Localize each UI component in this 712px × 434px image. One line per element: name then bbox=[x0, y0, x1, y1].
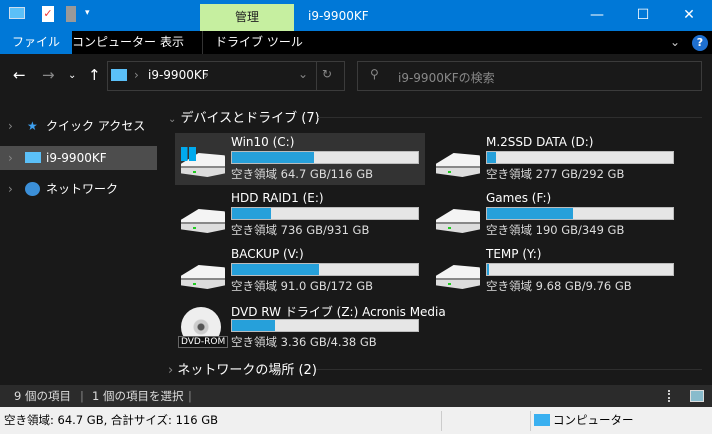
chevron-right-icon: › bbox=[204, 68, 209, 82]
divider bbox=[316, 62, 317, 90]
network-icon bbox=[25, 182, 40, 196]
customize-toolbar-icon[interactable]: ▾ bbox=[85, 8, 90, 18]
details-view-button[interactable] bbox=[668, 390, 680, 402]
drive-usage-fill bbox=[487, 152, 497, 163]
sidebar-item-label: i9-9900KF bbox=[46, 151, 107, 165]
drive-usage-fill bbox=[232, 208, 272, 219]
maximize-button[interactable]: ☐ bbox=[620, 0, 666, 31]
drive-tile[interactable]: Win10 (C:) 空き領域 64.7 GB/116 GB bbox=[175, 133, 425, 185]
drive-usage-bar bbox=[231, 319, 419, 332]
drive-tile[interactable]: BACKUP (V:) 空き領域 91.0 GB/172 GB bbox=[175, 245, 425, 297]
computer-icon bbox=[25, 152, 41, 163]
back-button[interactable]: ← bbox=[13, 66, 26, 84]
chevron-right-icon: › bbox=[134, 68, 139, 82]
drive-free-space: 空き領域 91.0 GB/172 GB bbox=[231, 279, 373, 293]
computer-icon[interactable] bbox=[9, 7, 25, 19]
selection-count: 1 個の項目を選択 bbox=[92, 389, 184, 403]
hard-drive-icon bbox=[181, 209, 225, 233]
address-dropdown-icon[interactable]: ⌄ bbox=[298, 67, 308, 81]
search-input[interactable]: ⚲ i9-9900KFの検索 bbox=[357, 61, 702, 91]
drive-name: HDD RAID1 (E:) bbox=[231, 191, 324, 205]
tab-view[interactable]: 表示 bbox=[148, 31, 196, 54]
window-title: i9-9900KF bbox=[308, 9, 369, 23]
drive-tile[interactable]: HDD RAID1 (E:) 空き領域 736 GB/931 GB bbox=[175, 189, 425, 241]
drive-free-space: 空き領域 736 GB/931 GB bbox=[231, 223, 370, 237]
refresh-icon[interactable]: ↻ bbox=[322, 67, 332, 81]
drive-usage-bar bbox=[486, 207, 674, 220]
network-group-header[interactable]: › ネットワークの場所 (2) bbox=[168, 359, 317, 378]
divider bbox=[318, 117, 702, 118]
up-button[interactable]: ↑ bbox=[88, 66, 101, 84]
drive-tile[interactable]: DVD-ROM DVD RW ドライブ (Z:) Acronis Media 空き… bbox=[175, 301, 446, 353]
computer-icon bbox=[111, 69, 127, 81]
minimize-button[interactable]: — bbox=[574, 0, 620, 31]
expand-ribbon-icon[interactable]: ⌄ bbox=[670, 35, 680, 49]
drive-usage-bar bbox=[486, 263, 674, 276]
drive-free-space: 空き領域 3.36 GB/4.38 GB bbox=[231, 335, 377, 349]
hard-drive-icon bbox=[436, 209, 480, 233]
hard-drive-icon bbox=[181, 265, 225, 289]
search-icon: ⚲ bbox=[370, 67, 379, 81]
drive-usage-fill bbox=[487, 208, 573, 219]
details-bar: 空き領域: 64.7 GB, 合計サイズ: 116 GB コンピューター bbox=[0, 407, 712, 434]
close-button[interactable]: ✕ bbox=[666, 0, 712, 31]
new-folder-icon[interactable] bbox=[66, 6, 76, 22]
properties-icon[interactable]: ✓ bbox=[42, 6, 54, 22]
drive-free-space: 空き領域 190 GB/349 GB bbox=[486, 223, 625, 237]
address-text: i9-9900KF bbox=[148, 68, 209, 82]
forward-button[interactable]: → bbox=[42, 66, 55, 84]
drive-usage-fill bbox=[232, 320, 275, 331]
drive-tile[interactable]: Games (F:) 空き領域 190 GB/349 GB bbox=[430, 189, 680, 241]
drive-name: DVD RW ドライブ (Z:) Acronis Media bbox=[231, 305, 446, 319]
drive-name: M.2SSD DATA (D:) bbox=[486, 135, 594, 149]
help-button[interactable]: ? bbox=[692, 35, 708, 51]
drive-usage-bar bbox=[486, 151, 674, 164]
sidebar-item-label: ネットワーク bbox=[46, 182, 119, 196]
windows-logo-icon bbox=[181, 147, 196, 161]
drive-usage-bar bbox=[231, 263, 419, 276]
sidebar-item-network[interactable]: › ネットワーク bbox=[0, 177, 157, 201]
sidebar-item-quick-access[interactable]: › ★ クイック アクセス bbox=[0, 114, 157, 138]
tab-drive-tools[interactable]: ドライブ ツール bbox=[202, 31, 315, 54]
navigation-pane bbox=[0, 100, 160, 385]
search-placeholder: i9-9900KFの検索 bbox=[398, 71, 495, 85]
drive-usage-fill bbox=[232, 152, 314, 163]
sidebar-item-this-pc[interactable]: › i9-9900KF bbox=[0, 146, 157, 170]
address-bar[interactable]: › i9-9900KF › ⌄ ↻ bbox=[107, 61, 345, 91]
drive-tile[interactable]: TEMP (Y:) 空き領域 9.68 GB/9.76 GB bbox=[430, 245, 680, 297]
drive-free-space: 空き領域 64.7 GB/116 GB bbox=[231, 167, 373, 181]
star-icon: ★ bbox=[27, 119, 38, 133]
drive-free-space: 空き領域 277 GB/292 GB bbox=[486, 167, 625, 181]
item-count: 9 個の項目 bbox=[14, 389, 71, 403]
drive-name: BACKUP (V:) bbox=[231, 247, 304, 261]
hard-drive-icon bbox=[436, 153, 480, 177]
recent-locations-icon[interactable]: ⌄ bbox=[68, 70, 76, 81]
drive-tile[interactable]: M.2SSD DATA (D:) 空き領域 277 GB/292 GB bbox=[430, 133, 680, 185]
large-icons-view-button[interactable] bbox=[690, 390, 704, 402]
dvd-label: DVD-ROM bbox=[178, 336, 229, 348]
details-text: 空き領域: 64.7 GB, 合計サイズ: 116 GB bbox=[4, 413, 218, 427]
chevron-right-icon: › bbox=[168, 363, 174, 378]
drive-usage-fill bbox=[232, 264, 320, 275]
hard-drive-icon bbox=[436, 265, 480, 289]
sidebar-item-label: クイック アクセス bbox=[46, 119, 146, 133]
drive-name: Win10 (C:) bbox=[231, 135, 295, 149]
divider bbox=[316, 369, 702, 370]
chevron-down-icon: ⌄ bbox=[168, 114, 177, 125]
drive-name: Games (F:) bbox=[486, 191, 552, 205]
drive-free-space: 空き領域 9.68 GB/9.76 GB bbox=[486, 279, 632, 293]
location-text: コンピューター bbox=[553, 413, 634, 427]
computer-icon bbox=[534, 414, 550, 426]
drive-usage-bar bbox=[231, 207, 419, 220]
devices-group-header[interactable]: ⌄ デバイスとドライブ (7) bbox=[168, 107, 320, 126]
drive-usage-fill bbox=[487, 264, 489, 275]
status-bar: 9 個の項目 | 1 個の項目を選択 | bbox=[0, 385, 712, 407]
drive-usage-bar bbox=[231, 151, 419, 164]
drive-name: TEMP (Y:) bbox=[486, 247, 542, 261]
tab-manage[interactable]: 管理 bbox=[200, 4, 294, 31]
